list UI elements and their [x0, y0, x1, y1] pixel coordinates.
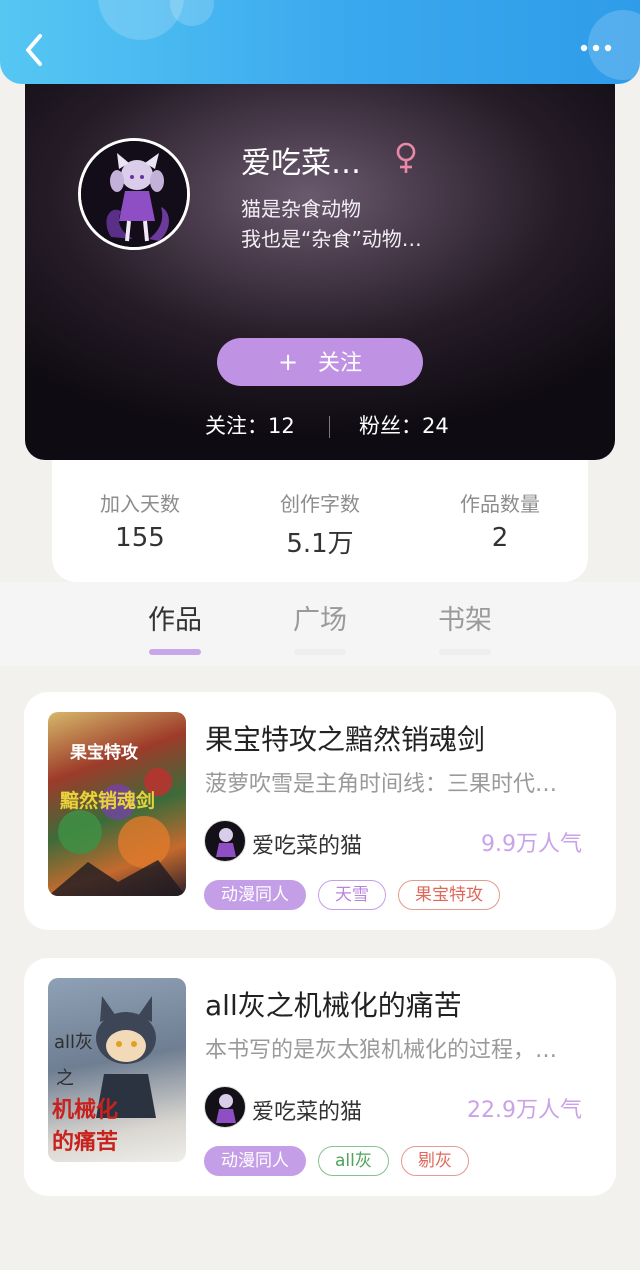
stat-label: 创作字数	[280, 492, 360, 516]
tab-label: 书架	[438, 605, 492, 636]
stat-value: 155	[115, 523, 165, 553]
author-avatar	[204, 1086, 246, 1128]
tab-square[interactable]: 广场	[260, 598, 380, 655]
book-title[interactable]: all灰之机械化的痛苦	[205, 984, 462, 1024]
author-name: 爱吃菜的猫	[252, 834, 363, 859]
followers-count[interactable]: 粉丝：24	[359, 406, 449, 446]
follow-counts: 关注：12 粉丝：24	[25, 406, 615, 446]
chevron-left-icon	[26, 34, 42, 66]
bio-line: 猫是杂食动物	[241, 197, 361, 221]
plus-icon: +	[277, 348, 299, 376]
book-card[interactable]: all灰 之 机械化 的痛苦 all灰之机械化的痛苦 本书写的是灰太狼机械化的过…	[24, 958, 616, 1196]
following-count[interactable]: 关注：12	[205, 406, 295, 446]
tag[interactable]: 天雪	[318, 880, 386, 910]
stat-label: 加入天数	[100, 492, 180, 516]
book-description: 本书写的是灰太狼机械化的过程，…	[205, 1038, 558, 1063]
book-description: 菠萝吹雪是主角时间线：三果时代…	[205, 772, 558, 797]
follow-button[interactable]: + 关注	[217, 338, 423, 386]
tab-indicator	[149, 649, 201, 655]
cover-title: 机械化	[52, 1098, 119, 1123]
tag[interactable]: 动漫同人	[204, 880, 306, 910]
author-avatar	[204, 820, 246, 862]
back-button[interactable]	[20, 30, 50, 70]
cover-title: 果宝特攻	[70, 743, 138, 763]
tag[interactable]: 动漫同人	[204, 1146, 306, 1176]
bio-line: 我也是“杂食”动物…	[241, 227, 422, 251]
user-nickname: 爱吃菜…	[241, 146, 361, 181]
decor-bubble	[170, 0, 214, 26]
profile-header: 爱吃菜… 猫是杂食动物 我也是“杂食”动物… + 关注 关注：12 粉丝：24	[25, 72, 615, 460]
tag-list: 动漫同人 all灰 剔灰	[204, 1146, 481, 1176]
avatar-illustration	[81, 141, 187, 247]
author-name: 爱吃菜的猫	[252, 1100, 363, 1125]
avatar-illustration	[216, 828, 236, 857]
stat-join-days: 加入天数 155	[65, 488, 215, 553]
stat-works-count: 作品数量 2	[425, 488, 575, 553]
cover-title: 之	[56, 1068, 74, 1089]
popularity-count: 22.9万人气	[467, 1098, 582, 1123]
tag[interactable]: 果宝特攻	[398, 880, 500, 910]
more-button[interactable]	[578, 40, 618, 56]
stat-label: 作品数量	[460, 492, 540, 516]
top-bar	[0, 0, 640, 84]
stat-value: 2	[491, 523, 509, 553]
tab-label: 广场	[293, 605, 347, 636]
tab-bar: 作品 广场 书架	[0, 582, 640, 666]
tag-list: 动漫同人 天雪 果宝特攻	[204, 880, 512, 910]
tag[interactable]: all灰	[318, 1146, 389, 1176]
cover-title: 的痛苦	[52, 1130, 119, 1155]
tab-works[interactable]: 作品	[115, 598, 235, 655]
popularity-count: 9.9万人气	[481, 832, 582, 857]
more-dots-icon	[580, 44, 612, 52]
tab-bookshelf[interactable]: 书架	[405, 598, 525, 655]
user-avatar[interactable]	[78, 138, 190, 250]
stat-value: 5.1万	[286, 529, 354, 559]
divider	[329, 416, 330, 438]
user-bio: 猫是杂食动物 我也是“杂食”动物…	[241, 194, 422, 254]
book-card[interactable]: 果宝特攻 黯然销魂剑 果宝特攻之黯然销魂剑 菠萝吹雪是主角时间线：三果时代… 爱…	[24, 692, 616, 930]
tab-indicator	[294, 649, 346, 655]
cover-title: 黯然销魂剑	[60, 790, 156, 812]
cover-title: all灰	[54, 1032, 94, 1053]
tag[interactable]: 剔灰	[400, 1146, 469, 1176]
tab-label: 作品	[148, 605, 202, 636]
female-gender-icon	[396, 142, 416, 173]
book-cover: all灰 之 机械化 的痛苦	[48, 978, 186, 1162]
tab-indicator	[439, 649, 491, 655]
follow-label: 关注	[318, 351, 363, 376]
book-title[interactable]: 果宝特攻之黯然销魂剑	[205, 718, 485, 758]
avatar-illustration	[216, 1094, 236, 1123]
stat-word-count: 创作字数 5.1万	[245, 488, 395, 560]
book-cover: 果宝特攻 黯然销魂剑	[48, 712, 186, 896]
stats-card: 加入天数 155 创作字数 5.1万 作品数量 2	[52, 440, 588, 582]
